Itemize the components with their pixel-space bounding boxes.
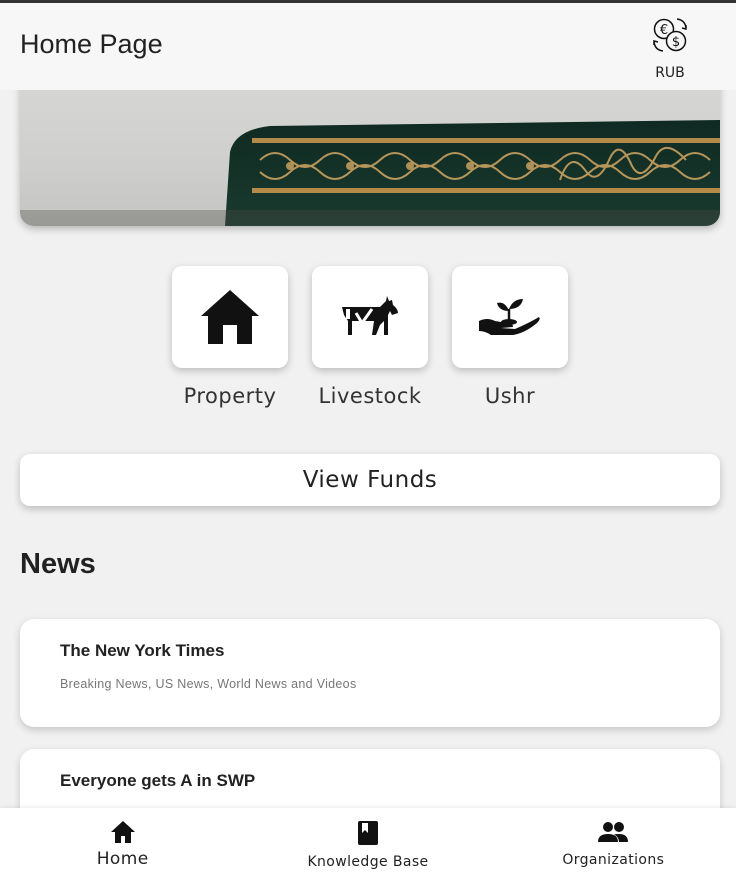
news-title: The New York Times (60, 641, 225, 660)
currency-label: RUB (655, 65, 685, 81)
home-icon (110, 821, 135, 843)
category-property[interactable]: Property (172, 266, 288, 416)
nav-label: Knowledge Base (307, 854, 429, 870)
house-icon (201, 290, 259, 344)
news-card[interactable]: The New York Times Breaking News, US New… (20, 619, 720, 727)
nav-label: Organizations (562, 852, 665, 868)
nav-item-knowledge-base[interactable]: Knowledge Base (245, 808, 490, 876)
group-icon (598, 822, 629, 842)
nav-item-home[interactable]: Home (0, 808, 245, 876)
nav-item-organizations[interactable]: Organizations (491, 808, 736, 876)
category-grid: Property Livestock Ushr (172, 266, 568, 416)
view-funds-button[interactable]: View Funds (20, 454, 720, 506)
news-title: Everyone gets A in SWP (60, 771, 256, 790)
page-title: Home Page (20, 29, 163, 59)
app-bar: Home Page € $ RUB (0, 3, 736, 90)
currency-exchange-icon: € $ (653, 18, 687, 52)
category-ushr[interactable]: Ushr (452, 266, 568, 416)
svg-text:$: $ (672, 35, 680, 50)
category-tile[interactable] (452, 266, 568, 368)
nav-label: Home (96, 849, 149, 869)
bottom-navigation: Home Knowledge Base Organizations (0, 808, 736, 876)
cow-icon (342, 296, 398, 335)
category-label: Livestock (318, 384, 422, 408)
news-subtitle: Breaking News, US News, World News and V… (60, 677, 357, 691)
category-label: Ushr (484, 384, 536, 408)
book-icon (357, 821, 378, 845)
news-heading: News (20, 548, 96, 580)
category-tile[interactable] (312, 266, 428, 368)
category-livestock[interactable]: Livestock (312, 266, 428, 416)
currency-selector-button[interactable]: € $ RUB (642, 15, 698, 87)
svg-text:€: € (660, 23, 668, 38)
status-strip (0, 0, 736, 3)
category-tile[interactable] (172, 266, 288, 368)
category-label: Property (183, 384, 277, 408)
hand-plant-icon (479, 299, 540, 335)
